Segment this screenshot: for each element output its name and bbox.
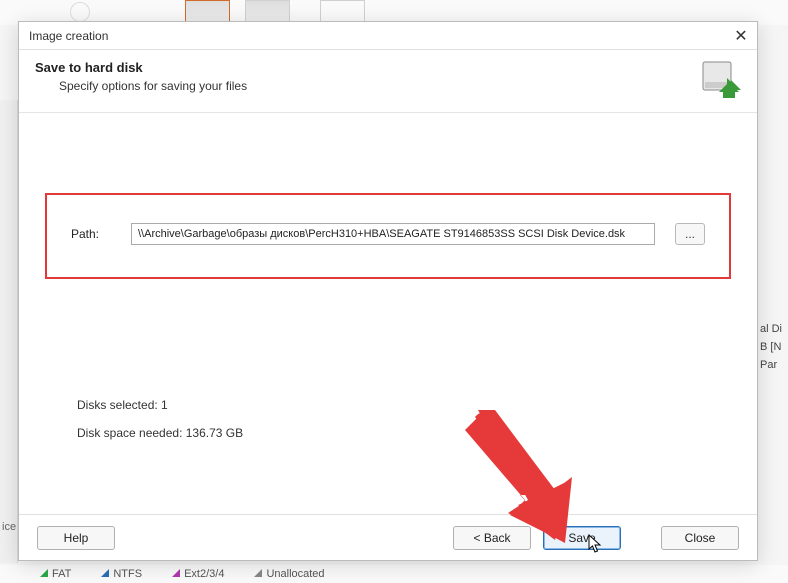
browse-button[interactable]: ... [675,223,705,245]
back-button[interactable]: < Back [453,526,531,550]
titlebar: Image creation ✕ [19,22,757,50]
magnifier-icon [70,2,90,22]
disk-thumb [185,0,230,22]
dialog-footer: Help < Back Save Close [19,514,757,560]
legend-fat: FAT [40,568,71,580]
info-block: Disks selected: 1 Disk space needed: 136… [77,398,731,454]
legend-ext: Ext2/3/4 [172,568,224,580]
dialog-header: Save to hard disk Specify options for sa… [19,50,757,113]
disk-space-line: Disk space needed: 136.73 GB [77,426,731,440]
header-subtitle: Specify options for saving your files [59,79,247,93]
path-label: Path: [71,227,111,241]
path-highlight-box: Path: ... [45,193,731,279]
legend-unallocated: Unallocated [254,568,324,580]
path-input[interactable] [131,223,655,245]
disk-thumb [245,0,290,22]
close-button[interactable]: Close [661,526,739,550]
save-button[interactable]: Save [543,526,621,550]
hard-disk-icon [701,60,741,98]
dialog-content: Path: ... Disks selected: 1 Disk space n… [19,113,757,514]
background-right-panel: al Di B [N Par [760,200,788,380]
close-icon[interactable]: ✕ [731,26,751,46]
disks-selected-line: Disks selected: 1 [77,398,731,412]
disk-thumb [320,0,365,22]
help-button[interactable]: Help [37,526,115,550]
legend-bar: FAT NTFS Ext2/3/4 Unallocated [0,565,788,583]
legend-ntfs: NTFS [101,568,142,580]
dialog-title: Image creation [29,29,108,43]
image-creation-dialog: Image creation ✕ Save to hard disk Speci… [18,21,758,561]
header-title: Save to hard disk [35,60,247,75]
background-left-panel: ice [0,100,18,563]
